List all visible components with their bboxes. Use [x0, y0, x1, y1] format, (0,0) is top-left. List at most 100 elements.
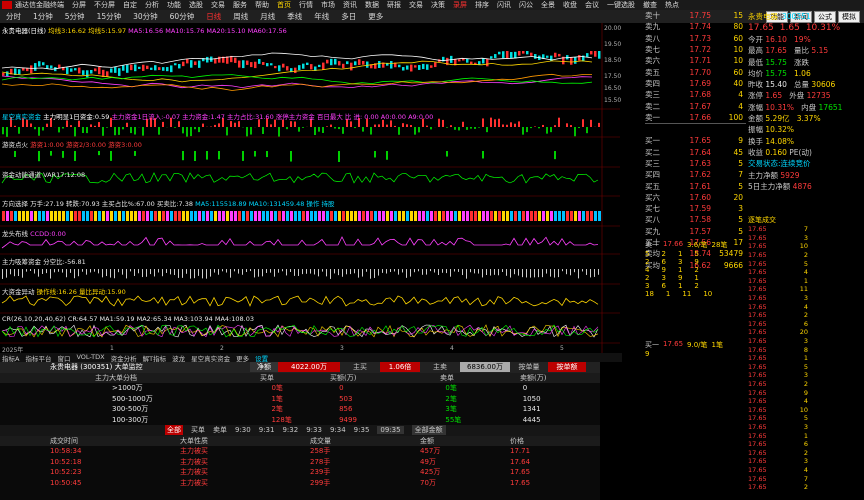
nav-item[interactable]: 全景: [541, 0, 555, 10]
direction-bar: [62, 211, 65, 221]
tab-period[interactable]: 年线: [314, 11, 329, 22]
hotmoney-bar: [338, 151, 340, 162]
accumulate-bar: [282, 269, 283, 272]
tab-period[interactable]: 季线: [287, 11, 302, 22]
nav-item[interactable]: 收盘: [563, 0, 577, 10]
chart-area[interactable]: 永贵电器(日线) 均线3:16.62 均线5:15.97 MA5:16.56 M…: [0, 23, 622, 358]
filter-time[interactable]: 9:35: [354, 426, 370, 434]
nav-item[interactable]: 热点: [665, 0, 679, 10]
menu-item[interactable]: 选股: [189, 0, 203, 10]
nav-item[interactable]: 闪讯: [497, 0, 511, 10]
nav-item[interactable]: 排序: [475, 0, 489, 10]
candle: [318, 64, 321, 68]
tab-period-active[interactable]: 日线: [206, 11, 221, 22]
tab-period[interactable]: 分时: [6, 11, 21, 22]
nav-item[interactable]: 会议: [585, 0, 599, 10]
nav-item[interactable]: 交易: [409, 0, 423, 10]
indicator-tab[interactable]: 窗口: [57, 353, 70, 363]
indicator-tab[interactable]: 资金分析: [111, 353, 137, 363]
tick-row: 17.65 3: [748, 371, 864, 380]
tick-price: 17.65: [748, 354, 767, 363]
accumulate-bar: [414, 269, 415, 273]
capital-bar: [330, 124, 332, 127]
direction-bar: [138, 211, 141, 221]
accumulate-bar: [586, 269, 587, 275]
nav-item[interactable]: 决策: [431, 0, 445, 10]
capital-bar: [542, 124, 544, 127]
filter-time[interactable]: 9:30: [235, 426, 251, 434]
accumulate-bar: [482, 269, 483, 278]
nav-item[interactable]: 研报: [387, 0, 401, 10]
indicator-tab[interactable]: 波龙: [172, 353, 185, 363]
tab-by-volume[interactable]: 按单量: [510, 362, 548, 372]
direction-bar: [582, 211, 585, 221]
indicator-tab[interactable]: 指标A: [2, 353, 19, 363]
filter-time[interactable]: 9:32: [282, 426, 298, 434]
filter-time[interactable]: 9:31: [259, 426, 275, 434]
tab-period[interactable]: 5分钟: [65, 11, 85, 22]
menu-item[interactable]: 交易: [211, 0, 225, 10]
candle: [206, 56, 209, 63]
menu-item[interactable]: 分析: [145, 0, 159, 10]
filter-all[interactable]: 全部: [165, 425, 183, 436]
tab-period[interactable]: 周线: [233, 11, 248, 22]
nav-item[interactable]: 行情: [299, 0, 313, 10]
filter-time[interactable]: 9:33: [306, 426, 322, 434]
tab-period[interactable]: 多日: [341, 11, 356, 22]
filter-sell[interactable]: 卖单: [213, 425, 227, 435]
amount-select[interactable]: 全部金额: [411, 425, 446, 436]
accumulate-bar: [6, 269, 7, 278]
nav-item[interactable]: 一键选股: [607, 0, 635, 10]
tab-period[interactable]: 月线: [260, 11, 275, 22]
nav-item[interactable]: 首页: [277, 0, 291, 10]
tx-cell: 278手: [310, 457, 331, 466]
buy-level: 买五: [645, 181, 660, 191]
tab-by-amount[interactable]: 按单额: [548, 362, 586, 373]
direction-bar: [166, 211, 169, 221]
menu-item[interactable]: 分屏: [72, 0, 86, 10]
menu-item[interactable]: 功能: [167, 0, 181, 10]
menu-item[interactable]: 服务: [233, 0, 247, 10]
accumulate-bar: [322, 269, 323, 272]
indicator-tab[interactable]: 解T指标: [143, 353, 166, 363]
tx-cell: 425万: [420, 468, 441, 477]
indicator-tab[interactable]: 指标平台: [25, 353, 51, 363]
indicator-tab[interactable]: 更多: [236, 353, 249, 363]
tick-volume: 5: [803, 362, 808, 371]
candle: [118, 68, 121, 76]
tab-period[interactable]: 15分钟: [97, 11, 122, 22]
menu-item[interactable]: 自定: [123, 0, 137, 10]
capital-bar: [498, 118, 500, 127]
accumulate-bar: [206, 269, 207, 279]
direction-bar: [174, 211, 177, 221]
accumulate-bar: [158, 269, 159, 273]
indicator-chart-svg[interactable]: [0, 23, 620, 358]
nav-item[interactable]: 录屏: [453, 0, 467, 10]
indicator-tab[interactable]: 星空真实资金: [191, 353, 230, 363]
indicator-tab[interactable]: VOL-TDX: [76, 353, 104, 362]
menu-item[interactable]: 不分屏: [94, 0, 115, 10]
nav-item[interactable]: 撤查: [643, 0, 657, 10]
tab-period[interactable]: 更多: [368, 11, 383, 22]
tick-price: 17.65: [748, 294, 767, 303]
tab-period[interactable]: 60分钟: [170, 11, 195, 22]
nav-item[interactable]: 数据: [365, 0, 379, 10]
nav-item[interactable]: 资讯: [343, 0, 357, 10]
depth-row: 2 3 9 1: [645, 274, 746, 282]
nav-item[interactable]: 市场: [321, 0, 335, 10]
accumulate-bar: [582, 269, 583, 272]
accumulate-bar: [506, 269, 507, 276]
capital-bar: [450, 125, 452, 127]
indicator-tab[interactable]: 设置: [255, 353, 268, 363]
tab-period[interactable]: 1分钟: [33, 11, 53, 22]
nav-item[interactable]: 闪公: [519, 0, 533, 10]
filter-buy[interactable]: 买单: [191, 425, 205, 435]
time-input[interactable]: 09:35: [377, 426, 404, 435]
tab-period[interactable]: 30分钟: [133, 11, 158, 22]
price-axis-label: 15.50: [604, 97, 622, 104]
menu-item[interactable]: 帮助: [255, 0, 269, 10]
filter-time[interactable]: 9:34: [330, 426, 346, 434]
tick-row: 17.65 4: [748, 268, 864, 277]
capital-bar: [14, 125, 16, 127]
tick-list[interactable]: 逐笔成交 17.65 7 17.65 3 17.65 10 17.65 2 17.65 5 17.6…: [748, 215, 864, 500]
